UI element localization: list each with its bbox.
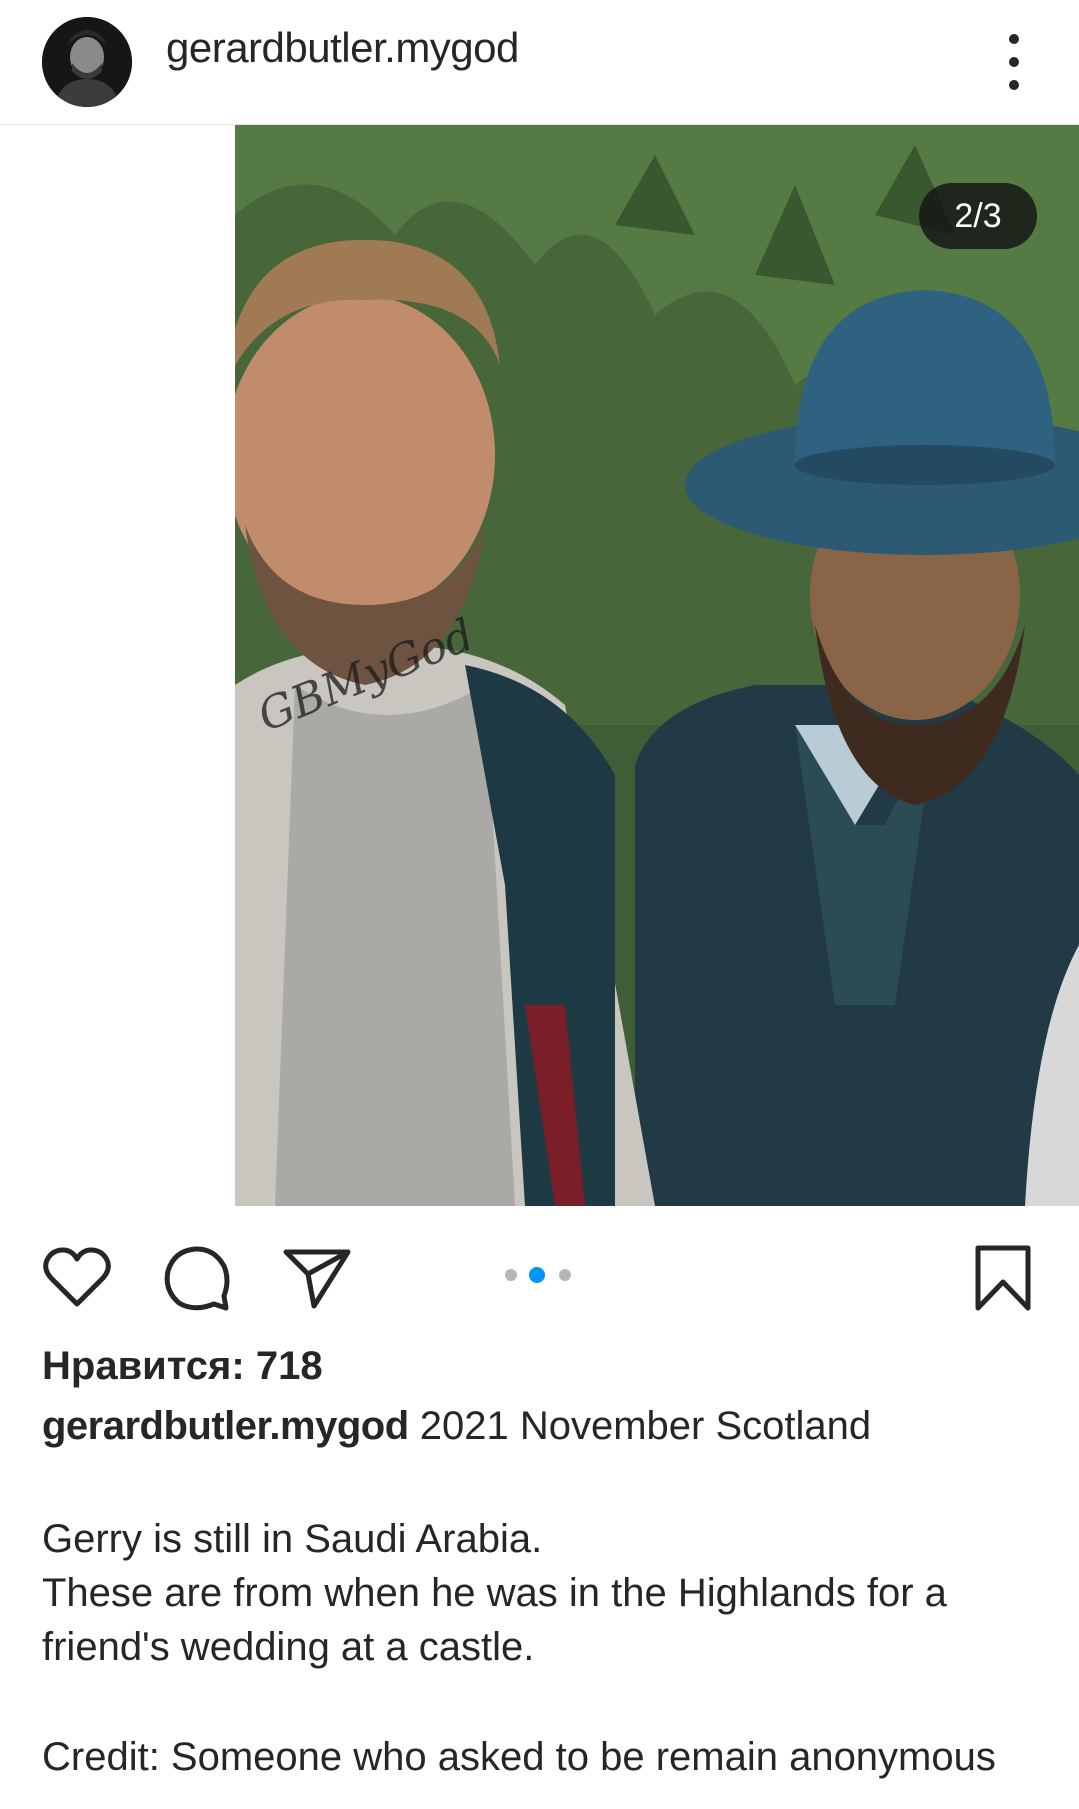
post-header: gerardbutler.mygod [0,0,1079,125]
caption-username[interactable]: gerardbutler.mygod [42,1404,409,1448]
caption-body: Gerry is still in Saudi Arabia. These ar… [42,1517,947,1669]
carousel-dot-active [529,1267,545,1283]
caption-header: gerardbutler.mygod 2021 November Scotlan… [42,1404,871,1449]
more-vertical-icon [1009,34,1019,44]
heart-icon [43,1247,111,1307]
more-options-button[interactable] [990,22,1038,102]
post-photo: GBMyGod [235,125,1079,1206]
post-media-carousel[interactable]: GBMyGod 2/3 [0,125,1079,1206]
share-icon [283,1249,351,1309]
comment-button[interactable] [162,1244,232,1314]
comment-icon [164,1246,230,1311]
avatar-image [42,17,132,107]
caption-title: 2021 November Scotland [419,1404,872,1448]
save-button[interactable] [968,1244,1038,1314]
carousel-dot [505,1269,517,1281]
carousel-dots [505,1264,575,1284]
carousel-counter: 2/3 [919,183,1037,249]
bookmark-icon [975,1245,1031,1311]
avatar[interactable] [42,17,132,107]
like-button[interactable] [42,1244,112,1314]
share-button[interactable] [282,1244,352,1314]
post-actions-bar [0,1230,1079,1320]
likes-count[interactable]: Нравится: 718 [42,1344,323,1389]
caption-credit: Credit: Someone who asked to be remain a… [42,1735,996,1779]
header-username[interactable]: gerardbutler.mygod [166,22,519,74]
photo-illustration: GBMyGod [235,125,1079,1206]
carousel-dot [559,1269,571,1281]
